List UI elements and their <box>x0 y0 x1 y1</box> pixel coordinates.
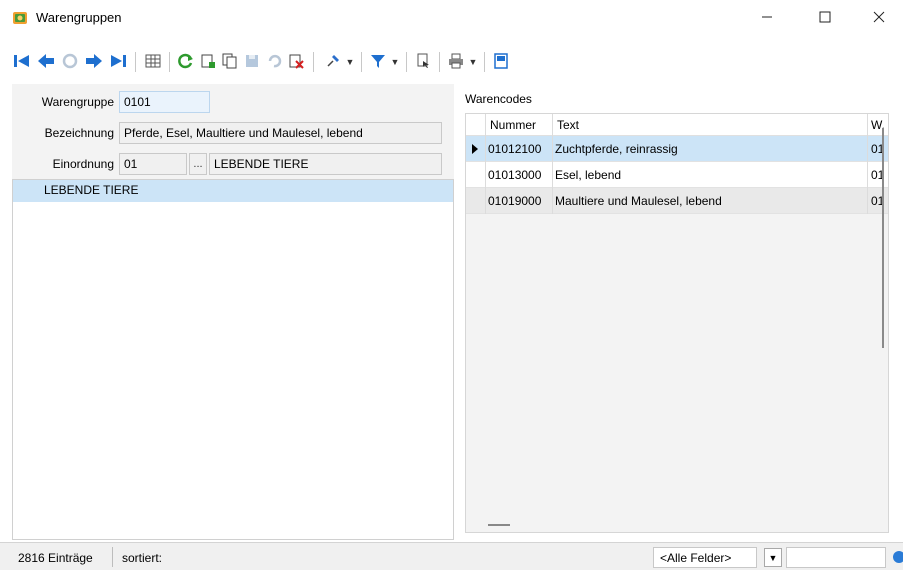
bezeichnung-field[interactable]: Pferde, Esel, Maultiere und Maulesel, le… <box>119 122 442 144</box>
copy-record-icon[interactable] <box>220 51 240 71</box>
refresh-icon[interactable] <box>176 51 196 71</box>
pin-dropdown-icon[interactable]: ▼ <box>345 52 355 72</box>
search-go-icon[interactable] <box>893 551 903 563</box>
cell-nummer: 01012100 <box>488 142 542 156</box>
toolbar: ▼ ▼ ▼ <box>0 44 903 78</box>
refresh-disabled-icon <box>60 51 80 71</box>
chevron-down-icon[interactable]: ▼ <box>764 548 782 567</box>
status-divider <box>112 547 113 567</box>
warencodes-label: Warencodes <box>465 92 532 106</box>
cell-nummer: 01019000 <box>488 194 542 208</box>
status-bar: 2816 Einträge sortiert: <Alle Felder> ▼ <box>0 542 903 570</box>
splitter-grip[interactable] <box>488 524 510 526</box>
minimize-button[interactable] <box>744 0 790 34</box>
table-row[interactable]: 01012100 Zuchtpferde, reinrassig 01 <box>466 136 888 162</box>
col-header-text[interactable]: Text <box>557 118 579 132</box>
next-record-icon[interactable] <box>84 51 104 71</box>
cell-text: Zuchtpferde, reinrassig <box>555 142 678 156</box>
col-divider <box>552 114 553 214</box>
search-field-select[interactable]: <Alle Felder> <box>653 547 757 568</box>
first-record-icon[interactable] <box>12 51 32 71</box>
einordnung-lookup-button[interactable]: ... <box>189 153 207 175</box>
cell-text: Esel, lebend <box>555 168 622 182</box>
document-icon[interactable] <box>413 51 433 71</box>
table-view-icon[interactable] <box>143 51 163 71</box>
col-divider <box>867 114 868 214</box>
table-row[interactable]: 01019000 Maultiere und Maulesel, lebend … <box>466 188 888 214</box>
pin-icon[interactable] <box>323 51 343 71</box>
search-input[interactable] <box>786 547 886 568</box>
cell-text: Maultiere und Maulesel, lebend <box>555 194 722 208</box>
maximize-button[interactable] <box>802 0 848 34</box>
prev-record-icon[interactable] <box>36 51 56 71</box>
new-record-icon[interactable] <box>198 51 218 71</box>
warencodes-grid: Nummer Text W. 01012100 Zuchtpferde, rei… <box>465 113 889 533</box>
undo-icon <box>264 51 284 71</box>
filter-dropdown-icon[interactable]: ▼ <box>390 52 400 72</box>
col-divider <box>485 114 486 214</box>
category-tree[interactable]: LEBENDE TIERE <box>12 179 454 540</box>
print-icon[interactable] <box>446 51 466 71</box>
filter-icon[interactable] <box>368 51 388 71</box>
layout-icon[interactable] <box>491 51 511 71</box>
bezeichnung-label: Bezeichnung <box>44 126 114 140</box>
einordnung-label: Einordnung <box>52 157 114 171</box>
last-record-icon[interactable] <box>108 51 128 71</box>
table-row[interactable]: 01013000 Esel, lebend 01 <box>466 162 888 188</box>
cell-nummer: 01013000 <box>488 168 542 182</box>
app-icon <box>12 10 28 26</box>
tree-item-lebende-tiere[interactable]: LEBENDE TIERE <box>13 180 453 202</box>
window-title: Warengruppen <box>36 10 122 25</box>
save-icon <box>242 51 262 71</box>
warengruppe-label: Warengruppe <box>41 95 114 109</box>
einordnung-text-field: LEBENDE TIERE <box>209 153 442 175</box>
grid-header: Nummer Text W. <box>466 114 888 136</box>
einordnung-code-field[interactable]: 01 <box>119 153 187 175</box>
current-row-indicator-icon <box>472 144 478 154</box>
scrollbar-thumb[interactable] <box>882 128 884 348</box>
delete-icon[interactable] <box>286 51 306 71</box>
grid-vertical-scrollbar[interactable] <box>880 128 886 348</box>
col-header-nummer[interactable]: Nummer <box>490 118 536 132</box>
print-dropdown-icon[interactable]: ▼ <box>468 52 478 72</box>
sort-status: sortiert: <box>122 551 163 565</box>
record-count: 2816 Einträge <box>18 551 93 565</box>
close-button[interactable] <box>856 0 902 34</box>
title-bar: Warengruppen <box>0 0 903 38</box>
warengruppe-field[interactable]: 0101 <box>119 91 210 113</box>
